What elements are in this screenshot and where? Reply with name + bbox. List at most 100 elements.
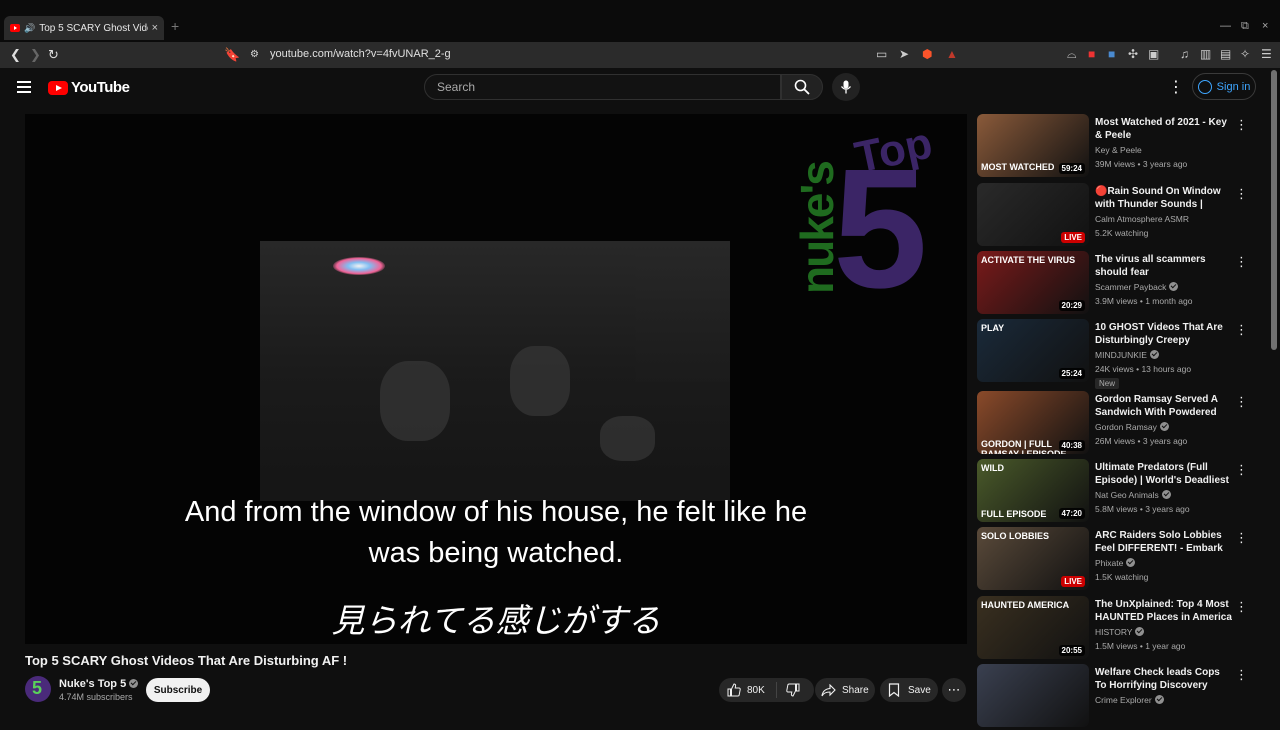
figure-shadow (380, 361, 450, 441)
restore-button[interactable]: ⧉ (1241, 20, 1249, 33)
sign-in-button[interactable]: Sign in (1192, 73, 1256, 100)
recommendation-title[interactable]: Gordon Ramsay Served A Sandwich With Pow… (1095, 393, 1233, 419)
verified-icon (1126, 558, 1136, 567)
extension-red-icon[interactable]: ■ (1088, 47, 1095, 61)
recommendation-menu-icon[interactable]: ⋮ (1235, 186, 1248, 202)
leo-ai-icon[interactable]: ✧ (1240, 47, 1250, 61)
subscribe-button[interactable]: Subscribe (146, 678, 210, 702)
recommendation-menu-icon[interactable]: ⋮ (1235, 322, 1248, 338)
recommendation-item[interactable]: HAUNTED AMERICA 20:55 The UnXplained: Top … (977, 596, 1267, 662)
recommendation-item[interactable]: LIVE 🔴Rain Sound On Window with Thunder S… (977, 183, 1267, 249)
recommendation-channel[interactable]: Phixate (1095, 558, 1136, 568)
recommendation-channel[interactable]: Crime Explorer (1095, 695, 1164, 705)
recommendation-item[interactable]: Welfare Check leads Cops To Horrifying D… (977, 664, 1267, 730)
brave-shield-icon[interactable]: ⬢ (922, 47, 932, 61)
video-thumbnail[interactable]: GORDON | FULL RAMSAY | EPISODE 40:38 (977, 391, 1089, 454)
dislike-button[interactable] (777, 683, 800, 697)
recommendation-channel[interactable]: Scammer Payback (1095, 282, 1179, 292)
sidebar-toggle-icon[interactable]: ▥ (1200, 47, 1211, 61)
recommendation-meta: 3.9M views • 1 month ago (1095, 296, 1193, 306)
send-icon[interactable]: ➤ (899, 47, 909, 61)
video-thumbnail[interactable]: HAUNTED AMERICA 20:55 (977, 596, 1089, 659)
media-icon[interactable]: ▣ (1148, 47, 1159, 61)
wallet-icon[interactable]: ▤ (1220, 47, 1231, 61)
youtube-logo-text: YouTube (71, 79, 130, 96)
video-thumbnail[interactable]: ACTIVATE THE VIRUS 20:29 (977, 251, 1089, 314)
account-icon (1197, 79, 1212, 94)
channel-name[interactable]: Nuke's Top 5 (59, 678, 139, 690)
browser-tab[interactable]: 🔊 Top 5 SCARY Ghost Video × (4, 16, 164, 40)
youtube-logo[interactable]: YouTube (48, 79, 130, 96)
extension-blue-icon[interactable]: ■ (1108, 47, 1115, 61)
page-scrollbar[interactable] (1271, 70, 1277, 350)
search-input[interactable]: Search (424, 74, 781, 100)
settings-menu-icon[interactable]: ⋮ (1168, 77, 1184, 97)
site-info-icon[interactable]: ⚙ (250, 49, 259, 60)
bookmark-icon[interactable]: 🔖 (224, 47, 240, 63)
subtitle-english-text: And from the window of his house, he fel… (184, 496, 808, 569)
recommendation-menu-icon[interactable]: ⋮ (1235, 254, 1248, 270)
recommendation-channel[interactable]: Gordon Ramsay (1095, 422, 1169, 432)
recommendation-title[interactable]: 🔴Rain Sound On Window with Thunder Sound… (1095, 185, 1233, 211)
recommendation-menu-icon[interactable]: ⋮ (1235, 462, 1248, 478)
like-button[interactable]: 80K (719, 682, 777, 698)
recommendation-channel[interactable]: Nat Geo Animals (1095, 490, 1171, 500)
subscriber-count: 4.74M subscribers (59, 692, 133, 702)
search-button[interactable] (781, 74, 823, 100)
back-icon[interactable]: ❮ (10, 47, 21, 63)
recommendation-title[interactable]: Welfare Check leads Cops To Horrifying D… (1095, 666, 1233, 692)
glasses-icon[interactable]: ⌓ (1067, 47, 1077, 62)
recommendation-menu-icon[interactable]: ⋮ (1235, 117, 1248, 133)
recommendation-meta: 1.5K watching (1095, 572, 1149, 582)
recommendation-title[interactable]: ARC Raiders Solo Lobbies Feel DIFFERENT!… (1095, 529, 1233, 555)
guide-menu-icon[interactable] (17, 81, 31, 93)
video-player[interactable]: 5 Top nuke's And from the window of his … (25, 114, 967, 644)
recommendation-item[interactable]: GORDON | FULL RAMSAY | EPISODE 40:38 Gordo… (977, 391, 1267, 457)
recommendation-item[interactable]: ACTIVATE THE VIRUS 20:29 The virus all sca… (977, 251, 1267, 317)
recommendation-channel[interactable]: Key & Peele (1095, 145, 1142, 155)
recommendation-menu-icon[interactable]: ⋮ (1235, 530, 1248, 546)
recommendation-menu-icon[interactable]: ⋮ (1235, 394, 1248, 410)
video-thumbnail[interactable]: SOLO LOBBIES LIVE (977, 527, 1089, 590)
save-button[interactable]: Save (880, 678, 938, 702)
video-thumbnail[interactable]: WILD FULL EPISODE 47:20 (977, 459, 1089, 522)
cast-icon[interactable]: ▭ (876, 47, 887, 61)
close-window-button[interactable]: × (1262, 20, 1268, 32)
recommendation-menu-icon[interactable]: ⋮ (1235, 599, 1248, 615)
video-thumbnail[interactable]: MOST WATCHED 59:24 (977, 114, 1089, 177)
recommendation-title[interactable]: Ultimate Predators (Full Episode) | Worl… (1095, 461, 1233, 487)
recommendation-item[interactable]: PLAY 25:24 10 GHOST Videos That Are Distur… (977, 319, 1267, 389)
recommendation-channel[interactable]: HISTORY (1095, 627, 1145, 637)
recommendation-channel[interactable]: MINDJUNKIE (1095, 350, 1159, 360)
thumbnail-text: FULL EPISODE (981, 509, 1047, 519)
video-thumbnail[interactable]: PLAY 25:24 (977, 319, 1089, 382)
browser-menu-icon[interactable]: ☰ (1261, 47, 1272, 61)
recommendation-title[interactable]: The virus all scammers should fear (1095, 253, 1233, 279)
more-actions-button[interactable]: ⋯ (942, 678, 966, 702)
reload-icon[interactable]: ↻ (48, 47, 59, 63)
tab-close-icon[interactable]: × (152, 22, 158, 34)
forward-icon[interactable]: ❯ (30, 47, 41, 63)
url-field[interactable]: youtube.com/watch?v=4fvUNAR_2-g (270, 48, 451, 60)
recommendation-title[interactable]: The UnXplained: Top 4 Most HAUNTED Place… (1095, 598, 1233, 624)
recommendation-meta: 5.8M views • 3 years ago (1095, 504, 1190, 514)
video-thumbnail[interactable] (977, 664, 1089, 727)
minimize-button[interactable]: — (1220, 20, 1231, 32)
share-button[interactable]: Share (815, 678, 875, 702)
channel-avatar[interactable] (25, 676, 51, 702)
recommendation-title[interactable]: 10 GHOST Videos That Are Disturbingly Cr… (1095, 321, 1233, 347)
recommendation-channel[interactable]: Calm Atmosphere ASMR (1095, 214, 1189, 224)
music-icon[interactable]: ♫ (1180, 47, 1189, 61)
rewards-icon[interactable]: ▲ (946, 47, 958, 61)
video-thumbnail[interactable]: LIVE (977, 183, 1089, 246)
recommendation-item[interactable]: WILD FULL EPISODE 47:20 Ultimate Predators … (977, 459, 1267, 525)
recommendation-channel-text: Phixate (1095, 558, 1124, 568)
voice-search-button[interactable] (832, 73, 860, 101)
recommendation-menu-icon[interactable]: ⋮ (1235, 667, 1248, 683)
recommendation-title[interactable]: Most Watched of 2021 - Key & Peele (1095, 116, 1233, 142)
extensions-puzzle-icon[interactable]: ✣ (1128, 47, 1138, 61)
audio-playing-icon[interactable]: 🔊 (24, 23, 35, 34)
recommendation-item[interactable]: SOLO LOBBIES LIVE ARC Raiders Solo Lobbies… (977, 527, 1267, 593)
recommendation-item[interactable]: MOST WATCHED 59:24 Most Watched of 2021 - … (977, 114, 1267, 180)
new-tab-button[interactable]: + (171, 18, 179, 34)
